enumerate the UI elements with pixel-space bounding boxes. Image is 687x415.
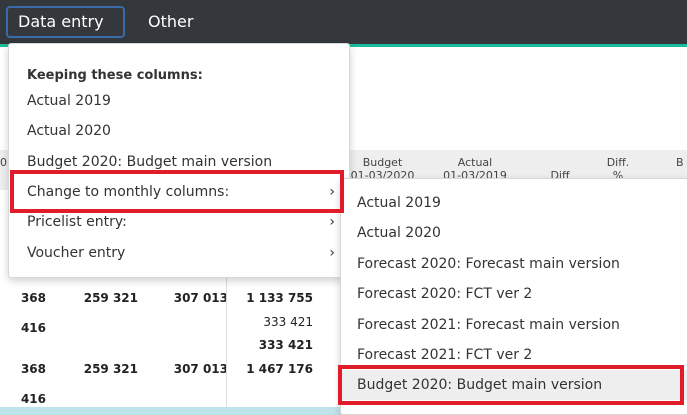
submenu-item-label: Forecast 2020: Forecast main version <box>357 256 620 272</box>
table-header-edge: 0 <box>0 156 7 169</box>
cell-value: 259 321 <box>83 362 138 376</box>
table-header-b[interactable]: B <box>676 156 687 169</box>
submenu-item-forecast-2020-fct2[interactable]: Forecast 2020: FCT ver 2 <box>341 279 687 309</box>
submenu-item-label: Actual 2020 <box>357 225 441 241</box>
cell-value: 307 013 <box>173 362 228 376</box>
submenu-item-label: Forecast 2020: FCT ver 2 <box>357 286 533 302</box>
nav-data-entry-dropdown[interactable]: Data entry <box>6 6 125 52</box>
cell-value: 368 416 <box>20 362 46 406</box>
menu-item-actual-2019[interactable]: Actual 2019 <box>9 86 349 116</box>
top-navbar: Data entry Other <box>0 0 687 52</box>
menu-section-header: Keeping these columns: <box>27 68 203 83</box>
menu-item-label: Pricelist entry: <box>27 214 127 230</box>
header-line1: Actual <box>457 156 493 169</box>
nav-other-label: Other <box>148 12 194 31</box>
submenu-item-forecast-2020-main[interactable]: Forecast 2020: Forecast main version <box>341 249 687 279</box>
submenu-item-label: Forecast 2021: Forecast main version <box>357 317 620 333</box>
menu-item-actual-2020[interactable]: Actual 2020 <box>9 116 349 146</box>
chevron-right-icon: › <box>329 245 335 261</box>
submenu-item-forecast-2021-main[interactable]: Forecast 2021: Forecast main version <box>341 310 687 340</box>
menu-item-label: Actual 2020 <box>27 123 111 139</box>
menu-item-label: Voucher entry <box>27 245 126 261</box>
cell-value: 1 467 176 <box>246 362 313 376</box>
highlight-box-budget-2020 <box>338 365 684 405</box>
header-line1: Diff. <box>606 156 630 169</box>
menu-item-voucher-entry[interactable]: Voucher entry › <box>9 238 349 268</box>
menu-item-label: Actual 2019 <box>27 93 111 109</box>
menu-item-label: Budget 2020: Budget main version <box>27 154 273 170</box>
header-line1: Budget <box>362 156 403 169</box>
submenu-item-actual-2020[interactable]: Actual 2020 <box>341 218 687 248</box>
nav-data-entry-label: Data entry <box>18 12 104 31</box>
nav-other[interactable]: Other <box>138 6 203 38</box>
data-entry-menu: Keeping these columns: Actual 2019 Actua… <box>8 43 350 278</box>
submenu-item-actual-2019[interactable]: Actual 2019 <box>341 188 687 218</box>
submenu-item-label: Actual 2019 <box>357 195 441 211</box>
highlight-box-change-monthly <box>10 170 344 213</box>
submenu-item-label: Forecast 2021: FCT ver 2 <box>357 347 533 363</box>
